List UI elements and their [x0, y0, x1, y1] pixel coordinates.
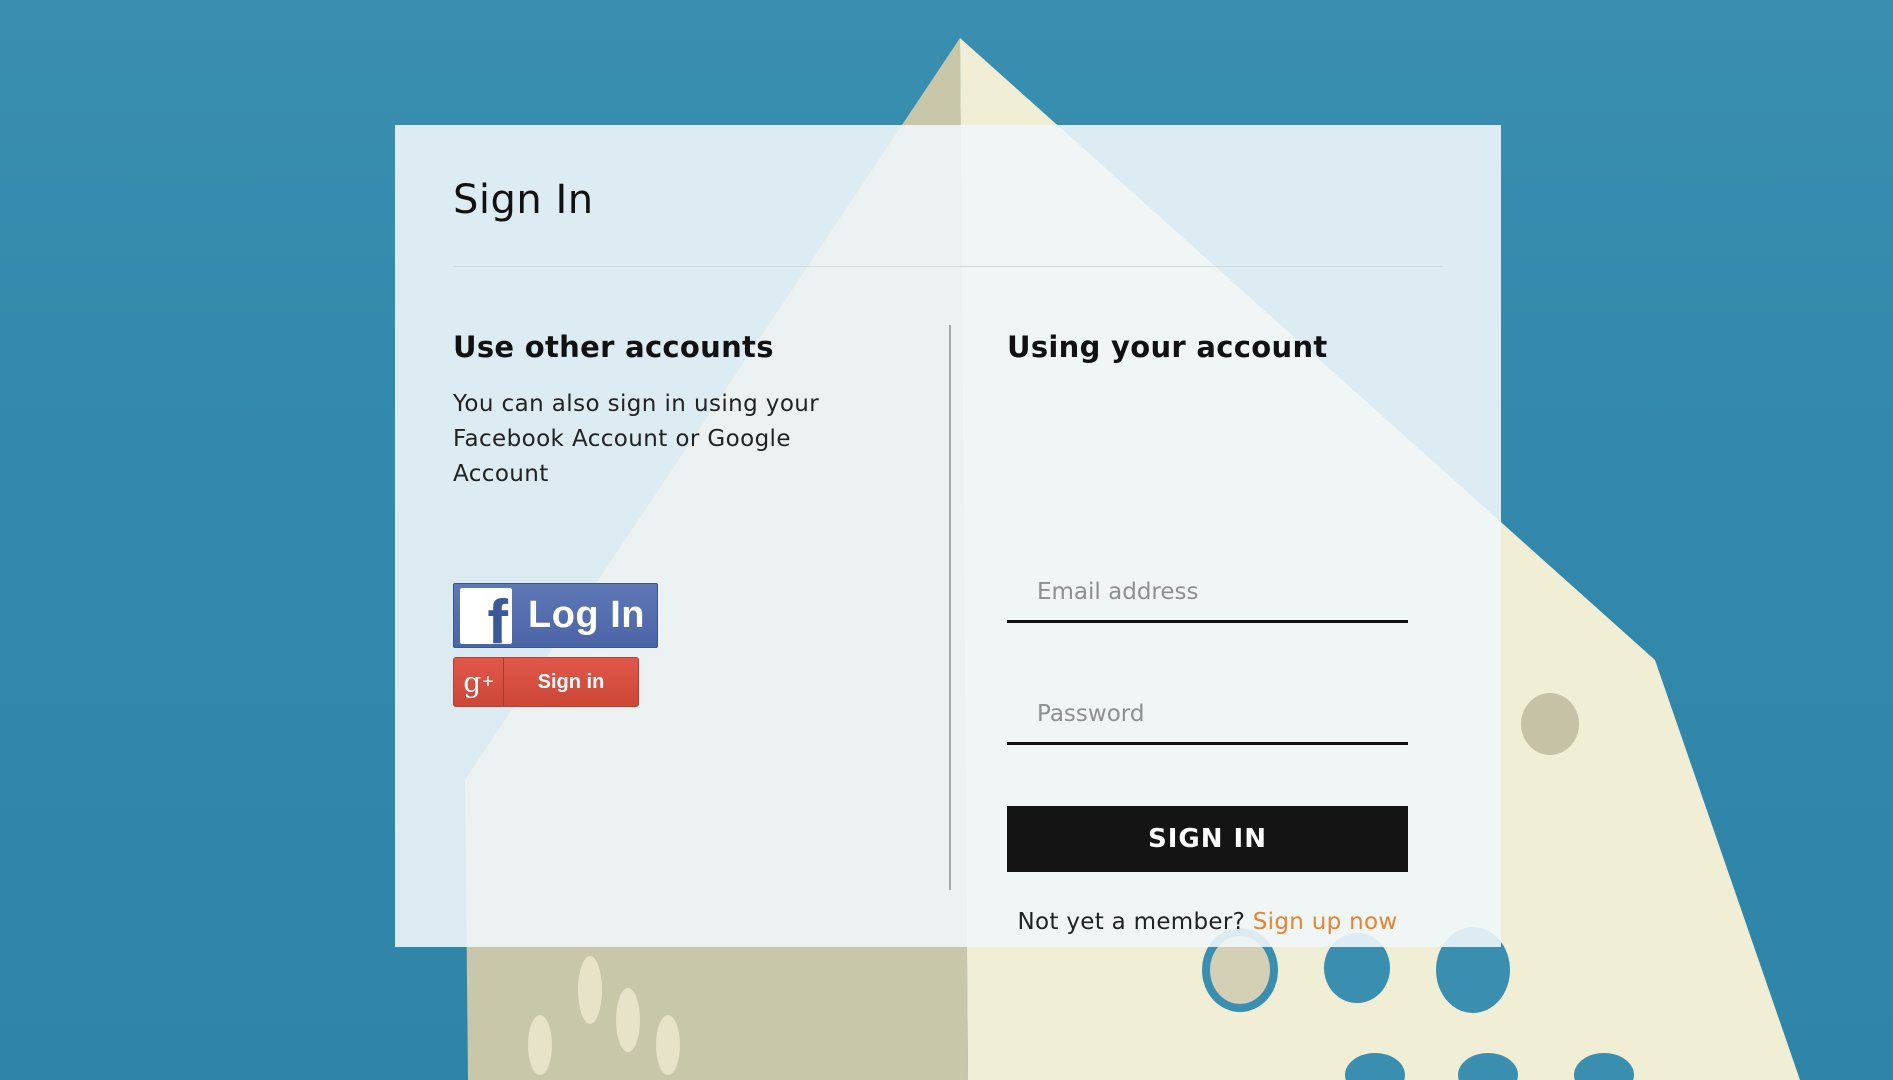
email-input[interactable] — [1007, 563, 1408, 620]
other-accounts-heading: Use other accounts — [453, 330, 774, 364]
facebook-icon: f — [460, 587, 512, 644]
signup-prompt-text: Not yet a member? — [1017, 909, 1246, 935]
sign-up-link[interactable]: Sign up now — [1253, 909, 1398, 935]
email-field — [1007, 563, 1408, 623]
other-accounts-description: You can also sign in using your Facebook… — [453, 391, 820, 487]
facebook-login-label: Log In — [528, 594, 645, 636]
sign-in-button[interactable]: SIGN IN — [1007, 806, 1408, 872]
signup-prompt: Not yet a member? Sign up now — [1007, 909, 1408, 935]
google-plus-icon: g + — [454, 658, 504, 706]
google-signin-label: Sign in — [537, 670, 605, 693]
google-signin-button[interactable]: g + Sign in — [453, 657, 639, 707]
password-field — [1007, 685, 1408, 745]
facebook-login-button[interactable]: f Log In — [453, 583, 658, 648]
column-divider — [949, 325, 951, 890]
password-input[interactable] — [1007, 685, 1408, 742]
page-title: Sign In — [453, 177, 594, 223]
title-divider — [453, 266, 1443, 267]
account-heading: Using your account — [1007, 330, 1328, 364]
sign-in-card: Sign In Use other accounts You can also … — [395, 125, 1501, 947]
